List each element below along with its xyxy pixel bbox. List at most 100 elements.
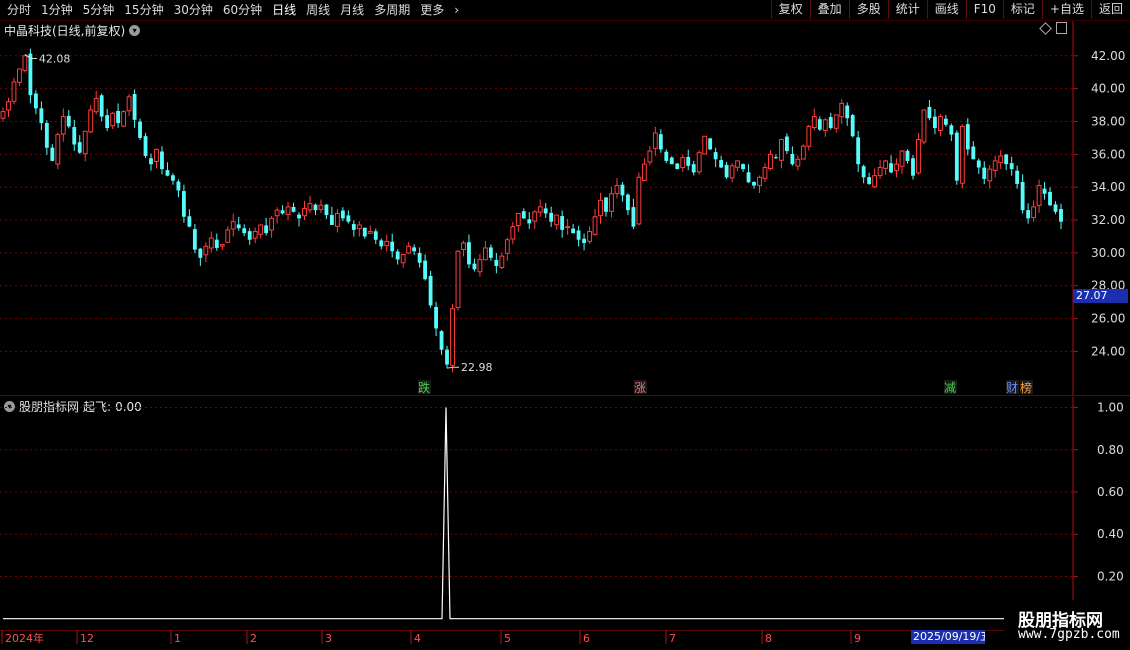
candle xyxy=(582,233,586,251)
toolbar-button-0[interactable]: 复权 xyxy=(770,0,810,19)
date-label-0: 2024年 xyxy=(5,631,44,645)
candle-body xyxy=(532,211,538,222)
marker-text: 财 xyxy=(1006,381,1018,395)
candle xyxy=(1026,203,1031,224)
candle xyxy=(236,216,241,231)
toolbar-button-1[interactable]: 叠加 xyxy=(809,0,849,19)
candle-body xyxy=(258,224,264,235)
candle-body xyxy=(225,229,231,243)
event-marker-0[interactable]: 跌 xyxy=(418,380,431,395)
candle-body xyxy=(143,136,148,156)
period-tab-4[interactable]: 30分钟 xyxy=(169,0,218,20)
candle xyxy=(434,301,438,337)
candle xyxy=(560,210,565,238)
toolbar-button-3[interactable]: 统计 xyxy=(887,0,927,19)
candle xyxy=(1036,179,1042,213)
period-tab-0[interactable]: 分时 xyxy=(2,0,36,20)
toolbar-button-5[interactable]: F10 xyxy=(965,0,1003,19)
candle xyxy=(554,214,560,230)
candle xyxy=(264,217,269,236)
ind-y-tick-label-0: 0.20 xyxy=(1097,569,1124,583)
candle-body xyxy=(691,164,696,173)
toolbar-button-7[interactable]: +自选 xyxy=(1041,0,1091,19)
chevron-right-icon[interactable]: › xyxy=(449,0,464,20)
candle-body xyxy=(811,116,817,128)
period-tab-9[interactable]: 多周期 xyxy=(369,0,415,20)
toolbar-button-2[interactable]: 多股 xyxy=(848,0,888,19)
period-tab-6[interactable]: 日线 xyxy=(267,0,301,20)
candle-body xyxy=(395,251,400,260)
candle xyxy=(269,215,275,238)
candle xyxy=(861,164,866,184)
candle-body xyxy=(88,109,94,133)
candle xyxy=(664,149,669,164)
candle xyxy=(992,155,998,178)
period-tab-2[interactable]: 5分钟 xyxy=(78,0,120,20)
candle-body xyxy=(576,230,581,240)
period-tab-3[interactable]: 15分钟 xyxy=(119,0,168,20)
candle xyxy=(537,199,543,217)
candle-body xyxy=(0,111,6,119)
event-marker-3[interactable]: 财 xyxy=(1006,380,1019,395)
candle xyxy=(143,132,148,159)
period-tab-5[interactable]: 60分钟 xyxy=(218,0,267,20)
candle-body xyxy=(549,212,554,222)
candle xyxy=(735,160,740,172)
event-marker-2[interactable]: 减 xyxy=(944,380,957,395)
candle-body xyxy=(527,219,532,224)
candle xyxy=(116,103,121,128)
candle-body xyxy=(22,55,28,71)
period-tab-1[interactable]: 1分钟 xyxy=(36,0,78,20)
candle-body xyxy=(192,229,197,250)
candle-body xyxy=(132,93,137,120)
candle xyxy=(44,120,49,155)
toolbar-button-6[interactable]: 标记 xyxy=(1002,0,1042,19)
y-tick-label-0: 24.00 xyxy=(1091,344,1125,358)
candle xyxy=(477,254,483,277)
candle xyxy=(329,206,334,226)
candle xyxy=(971,141,976,160)
candle xyxy=(543,203,548,218)
candle xyxy=(779,138,784,169)
candle xyxy=(154,148,159,169)
period-tab-8[interactable]: 月线 xyxy=(335,0,369,20)
candle xyxy=(954,130,959,185)
toolbar-button-8[interactable]: 返回 xyxy=(1090,0,1130,19)
low-label: 22.98 xyxy=(461,361,493,374)
y-tick-label-8: 40.00 xyxy=(1091,82,1125,96)
candle-body xyxy=(647,150,653,163)
candle xyxy=(1031,200,1037,222)
candle-body xyxy=(264,225,269,234)
candle xyxy=(445,345,449,369)
candle xyxy=(965,118,970,156)
period-tab-10[interactable]: 更多 xyxy=(415,0,449,20)
candle-body xyxy=(598,199,603,217)
period-tab-7[interactable]: 周线 xyxy=(301,0,335,20)
candle xyxy=(351,220,356,237)
candle xyxy=(33,90,38,115)
candle xyxy=(488,244,493,261)
candle-body xyxy=(652,132,658,149)
event-marker-4[interactable]: 榜 xyxy=(1020,380,1033,395)
candle xyxy=(1020,174,1025,214)
candle-body xyxy=(208,237,214,249)
candle xyxy=(22,54,28,73)
candle xyxy=(126,94,132,117)
candle xyxy=(636,172,642,226)
toolbar-button-4[interactable]: 画线 xyxy=(926,0,966,19)
price-chart[interactable]: 24.0026.0028.0030.0032.0034.0036.0038.00… xyxy=(0,21,1130,396)
candle xyxy=(916,132,921,175)
candle-body xyxy=(390,241,395,252)
candle xyxy=(384,234,390,252)
indicator-chart[interactable]: 0.20 0.40 0.60 0.80 1.00 xyxy=(0,397,1130,629)
candle xyxy=(55,132,61,170)
candle-body xyxy=(845,105,850,119)
event-marker-1[interactable]: 涨 xyxy=(634,380,647,395)
candle xyxy=(171,173,175,185)
candle xyxy=(77,135,82,154)
candle xyxy=(757,175,762,193)
candle xyxy=(258,224,264,239)
candle-body xyxy=(587,231,592,242)
candle xyxy=(165,162,170,177)
candle-body xyxy=(324,204,329,216)
